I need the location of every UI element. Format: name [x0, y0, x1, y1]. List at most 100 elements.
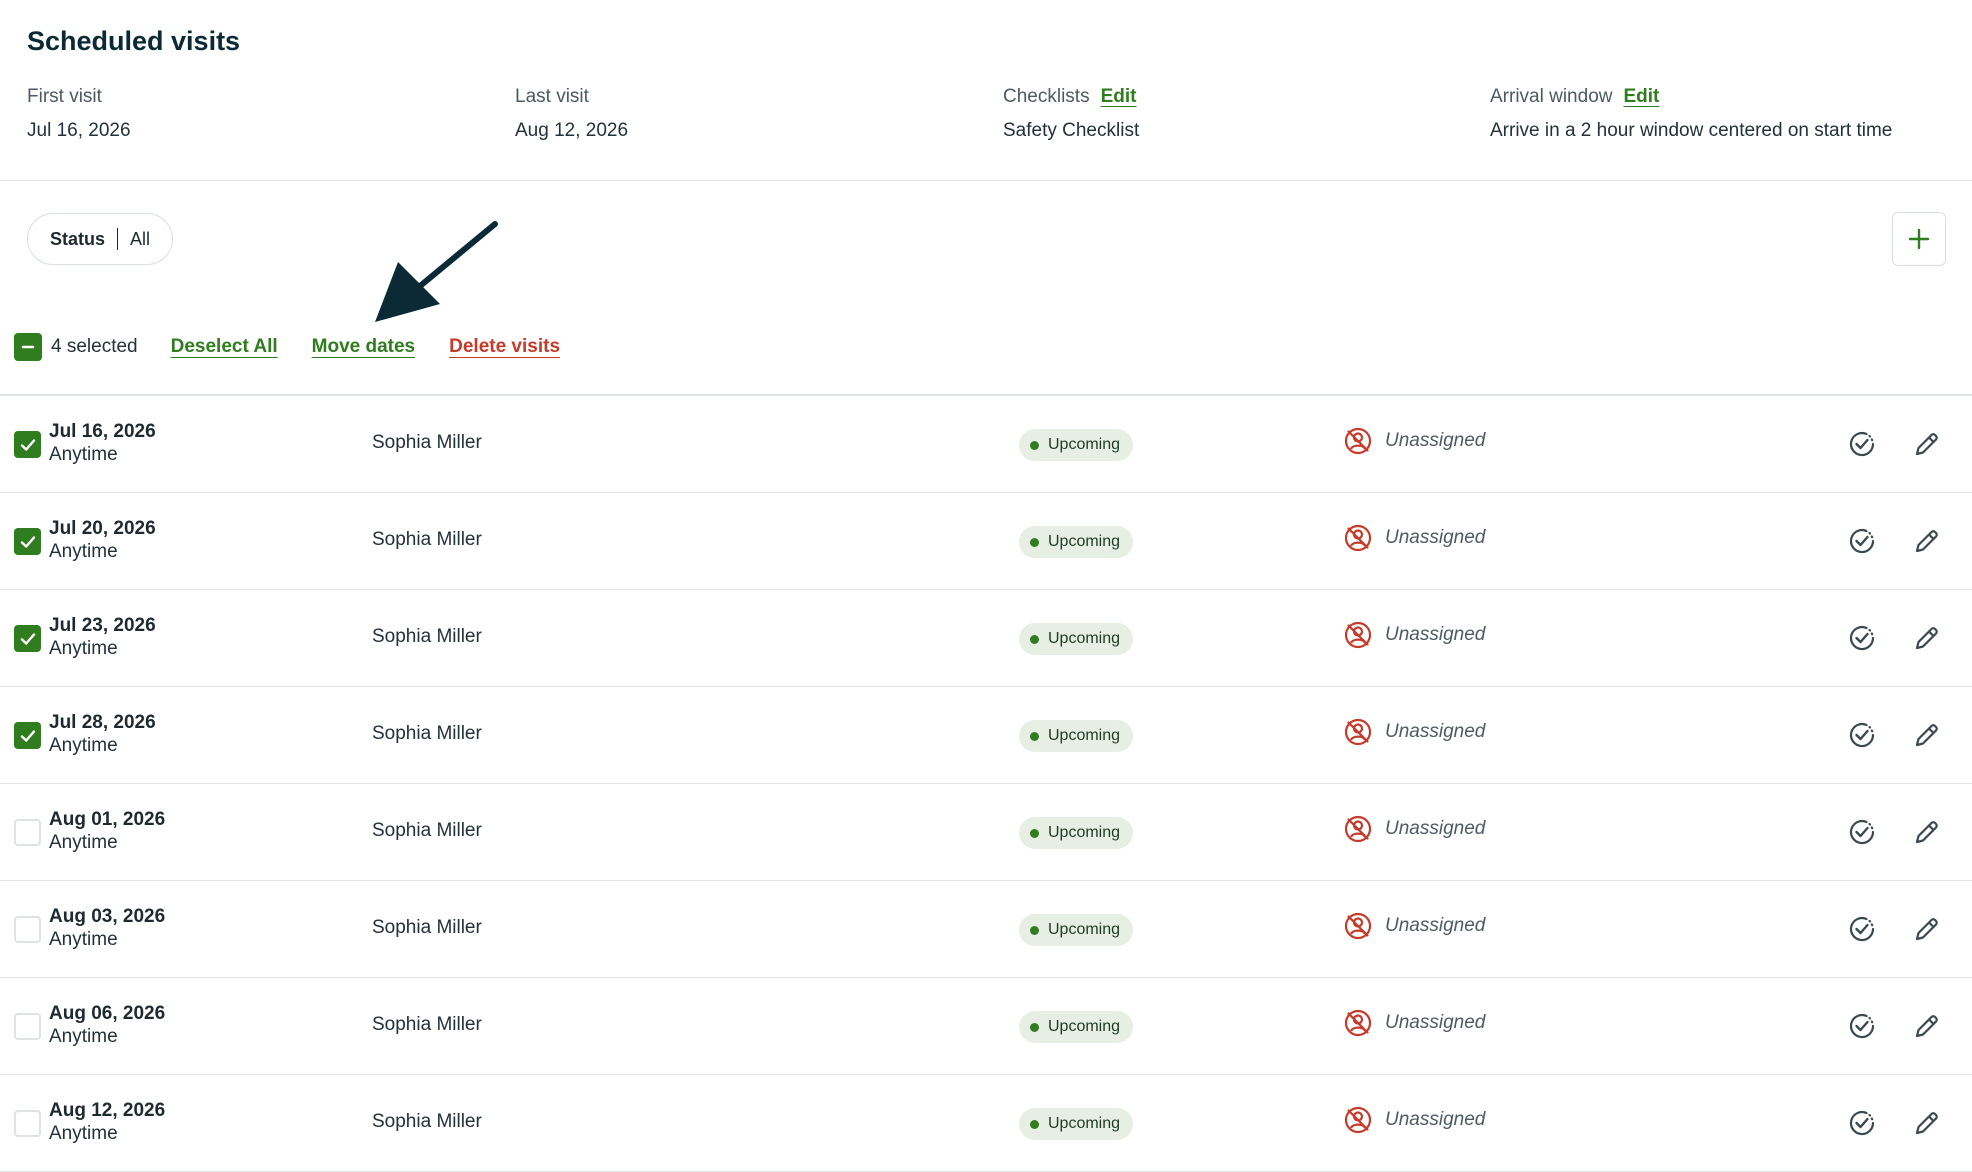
pencil-icon: [1915, 627, 1938, 650]
visit-time: Anytime: [49, 1123, 118, 1144]
pencil-icon: [1915, 821, 1938, 844]
checkmark-icon: [20, 729, 35, 742]
edit-visit-button[interactable]: [1912, 429, 1942, 459]
mark-complete-button[interactable]: [1847, 623, 1877, 653]
first-visit-value: Jul 16, 2026: [27, 120, 131, 141]
checklists-label: Checklists Edit: [1003, 82, 1139, 112]
status-dot-icon: [1030, 440, 1039, 450]
visit-date-cell: Aug 06, 2026 Anytime: [49, 1003, 165, 1048]
visit-checkbox[interactable]: [14, 916, 41, 943]
edit-visit-button[interactable]: [1912, 526, 1942, 556]
edit-visit-button[interactable]: [1912, 817, 1942, 847]
status-badge: Upcoming: [1019, 526, 1134, 558]
unassigned-user-icon: [1344, 524, 1372, 552]
edit-visit-button[interactable]: [1912, 720, 1942, 750]
check-circle-icon: [1849, 1013, 1875, 1039]
status-badge-label: Upcoming: [1048, 1018, 1121, 1035]
select-all-checkbox[interactable]: [14, 333, 42, 361]
visit-date: Aug 12, 2026: [49, 1100, 166, 1121]
pencil-icon: [1915, 433, 1938, 456]
checkmark-icon: [20, 632, 35, 645]
visit-row[interactable]: Jul 23, 2026 Anytime Sophia Miller Upcom…: [0, 590, 1972, 687]
visit-date-cell: Aug 01, 2026 Anytime: [49, 809, 165, 854]
visit-checkbox[interactable]: [14, 528, 41, 555]
last-visit-summary: Last visit Aug 12, 2026: [515, 82, 628, 142]
status-dot-icon: [1030, 537, 1039, 547]
check-circle-icon: [1849, 625, 1875, 651]
status-badge-label: Upcoming: [1048, 533, 1121, 550]
move-dates-link[interactable]: Move dates: [312, 336, 415, 358]
visit-checkbox[interactable]: [14, 1013, 41, 1040]
visit-row[interactable]: Jul 28, 2026 Anytime Sophia Miller Upcom…: [0, 687, 1972, 784]
edit-visit-button[interactable]: [1912, 623, 1942, 653]
visit-checkbox[interactable]: [14, 819, 41, 846]
unassigned-user-icon: [1344, 718, 1372, 746]
visit-row[interactable]: Jul 16, 2026 Anytime Sophia Miller Upcom…: [0, 396, 1972, 493]
first-visit-label: First visit: [27, 82, 131, 112]
status-badge: Upcoming: [1019, 720, 1134, 752]
mark-complete-button[interactable]: [1847, 817, 1877, 847]
visit-row[interactable]: Aug 06, 2026 Anytime Sophia Miller Upcom…: [0, 978, 1972, 1075]
unassigned-user-icon: [1344, 427, 1372, 455]
visit-date: Jul 28, 2026: [49, 712, 156, 733]
mark-complete-button[interactable]: [1847, 526, 1877, 556]
visit-client: Sophia Miller: [372, 917, 482, 938]
visit-checkbox[interactable]: [14, 625, 41, 652]
status-badge-label: Upcoming: [1048, 727, 1121, 744]
edit-visit-button[interactable]: [1912, 914, 1942, 944]
visit-summary: First visit Jul 16, 2026 Last visit Aug …: [0, 82, 1972, 181]
arrival-window-label-text: Arrival window: [1490, 86, 1613, 107]
status-badge: Upcoming: [1019, 429, 1134, 461]
visit-time: Anytime: [49, 832, 118, 853]
visit-row[interactable]: Aug 01, 2026 Anytime Sophia Miller Upcom…: [0, 784, 1972, 881]
visit-time: Anytime: [49, 541, 118, 562]
assignee-label: Unassigned: [1385, 721, 1486, 742]
status-dot-icon: [1030, 1119, 1039, 1129]
unassigned-user-icon: [1344, 815, 1372, 843]
arrival-window-summary: Arrival window Edit Arrive in a 2 hour w…: [1490, 82, 1892, 142]
edit-visit-button[interactable]: [1912, 1011, 1942, 1041]
status-filter-button[interactable]: Status All: [27, 213, 174, 265]
visit-client: Sophia Miller: [372, 626, 482, 647]
pencil-icon: [1915, 918, 1938, 941]
checklists-summary: Checklists Edit Safety Checklist: [1003, 82, 1139, 142]
visit-checkbox[interactable]: [14, 722, 41, 749]
mark-complete-button[interactable]: [1847, 1011, 1877, 1041]
visit-row[interactable]: Aug 03, 2026 Anytime Sophia Miller Upcom…: [0, 881, 1972, 978]
mark-complete-button[interactable]: [1847, 1108, 1877, 1138]
edit-visit-button[interactable]: [1912, 1108, 1942, 1138]
visit-time: Anytime: [49, 735, 118, 756]
edit-checklists-link[interactable]: Edit: [1101, 86, 1137, 108]
checkmark-icon: [20, 438, 35, 451]
last-visit-label: Last visit: [515, 82, 628, 112]
status-badge-label: Upcoming: [1048, 1115, 1121, 1132]
visit-date-cell: Aug 12, 2026 Anytime: [49, 1100, 165, 1145]
mark-complete-button[interactable]: [1847, 914, 1877, 944]
visit-checkbox[interactable]: [14, 1110, 41, 1137]
add-visit-button[interactable]: [1892, 212, 1946, 266]
visit-checkbox[interactable]: [14, 431, 41, 458]
check-circle-icon: [1849, 916, 1875, 942]
visit-row[interactable]: Aug 12, 2026 Anytime Sophia Miller Upcom…: [0, 1075, 1972, 1172]
status-badge-label: Upcoming: [1048, 921, 1121, 938]
visit-date-cell: Aug 03, 2026 Anytime: [49, 906, 165, 951]
edit-arrival-window-link[interactable]: Edit: [1623, 86, 1659, 108]
mark-complete-button[interactable]: [1847, 429, 1877, 459]
status-badge: Upcoming: [1019, 623, 1134, 655]
status-badge-label: Upcoming: [1048, 630, 1121, 647]
unassigned-user-icon: [1344, 621, 1372, 649]
status-filter-value: All: [130, 228, 151, 249]
visit-assignee: Unassigned: [1343, 717, 1485, 747]
deselect-all-link[interactable]: Deselect All: [171, 336, 278, 358]
visit-assignee: Unassigned: [1343, 426, 1485, 456]
visit-assignee: Unassigned: [1343, 1105, 1485, 1135]
status-dot-icon: [1030, 731, 1039, 741]
check-circle-icon: [1849, 1110, 1875, 1136]
delete-visits-link[interactable]: Delete visits: [449, 336, 560, 358]
status-badge: Upcoming: [1019, 817, 1134, 849]
visit-date: Aug 06, 2026: [49, 1003, 166, 1024]
arrow-annotation-icon: [375, 221, 498, 322]
assignee-label: Unassigned: [1385, 818, 1486, 839]
visit-row[interactable]: Jul 20, 2026 Anytime Sophia Miller Upcom…: [0, 493, 1972, 590]
mark-complete-button[interactable]: [1847, 720, 1877, 750]
